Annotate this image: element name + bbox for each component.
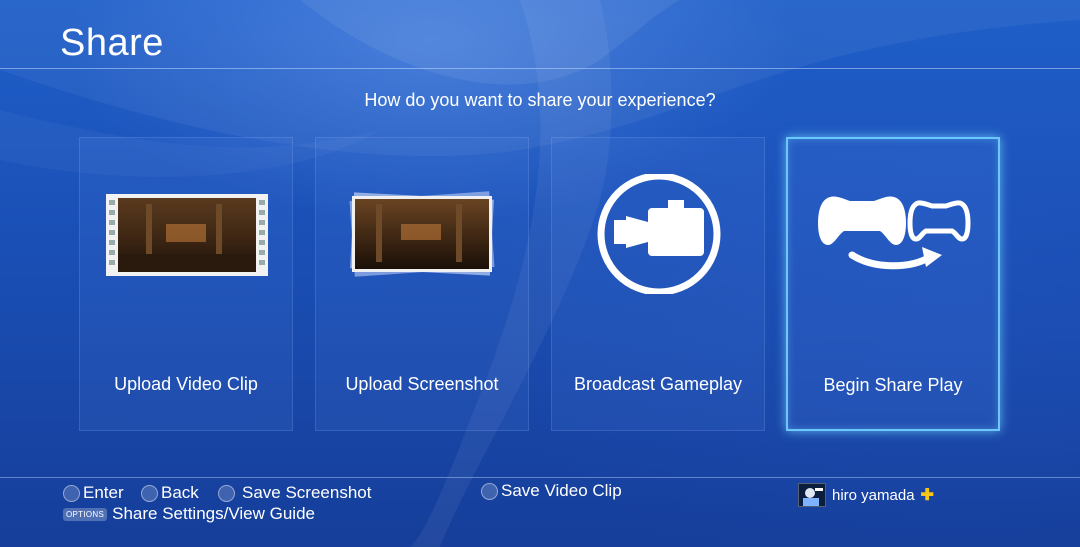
header-divider xyxy=(0,68,1080,69)
user-badge: hiro yamada ✚ xyxy=(798,483,934,507)
hint-label: Save Video Clip xyxy=(501,481,622,500)
tile-upload-screenshot[interactable]: Upload Screenshot xyxy=(315,137,529,431)
tile-label: Upload Video Clip xyxy=(114,374,258,394)
hint-back: Back xyxy=(141,483,199,503)
hint-save-video-clip: Save Video Clip xyxy=(481,481,622,501)
tile-broadcast-gameplay[interactable]: Broadcast Gameplay xyxy=(551,137,765,431)
hint-enter: Enter xyxy=(63,483,124,503)
footer-divider xyxy=(0,477,1080,478)
user-name: hiro yamada xyxy=(832,486,915,504)
video-camera-icon xyxy=(597,174,721,294)
hint-save-screenshot: Save Screenshot xyxy=(218,483,371,503)
screenshot-stack-icon xyxy=(349,191,495,277)
triangle-button-icon xyxy=(218,484,235,502)
film-strip-icon xyxy=(106,194,268,276)
hint-label: Save Screenshot xyxy=(242,483,372,502)
hint-label: Share Settings/View Guide xyxy=(112,504,315,523)
hint-label: Back xyxy=(161,483,199,502)
tile-label: Broadcast Gameplay xyxy=(573,374,743,394)
tile-label: Upload Screenshot xyxy=(345,374,499,394)
tile-label: Begin Share Play xyxy=(823,375,963,395)
share-play-controllers-icon xyxy=(818,196,971,270)
hint-share-settings: OPTIONS Share Settings/View Guide xyxy=(63,504,315,524)
page-title: Share xyxy=(60,22,164,64)
square-button-icon xyxy=(481,482,498,500)
avatar xyxy=(798,483,826,507)
tile-begin-share-play[interactable]: Begin Share Play xyxy=(786,137,1000,431)
options-button-icon: OPTIONS xyxy=(63,507,108,521)
circle-button-icon xyxy=(141,484,158,502)
avatar-image-icon xyxy=(803,488,823,506)
cross-button-icon xyxy=(63,484,80,502)
hint-label: Enter xyxy=(83,483,124,502)
plus-icon: ✚ xyxy=(920,487,934,504)
tile-upload-video-clip[interactable]: Upload Video Clip xyxy=(79,137,293,431)
share-prompt: How do you want to share your experience… xyxy=(364,90,716,110)
